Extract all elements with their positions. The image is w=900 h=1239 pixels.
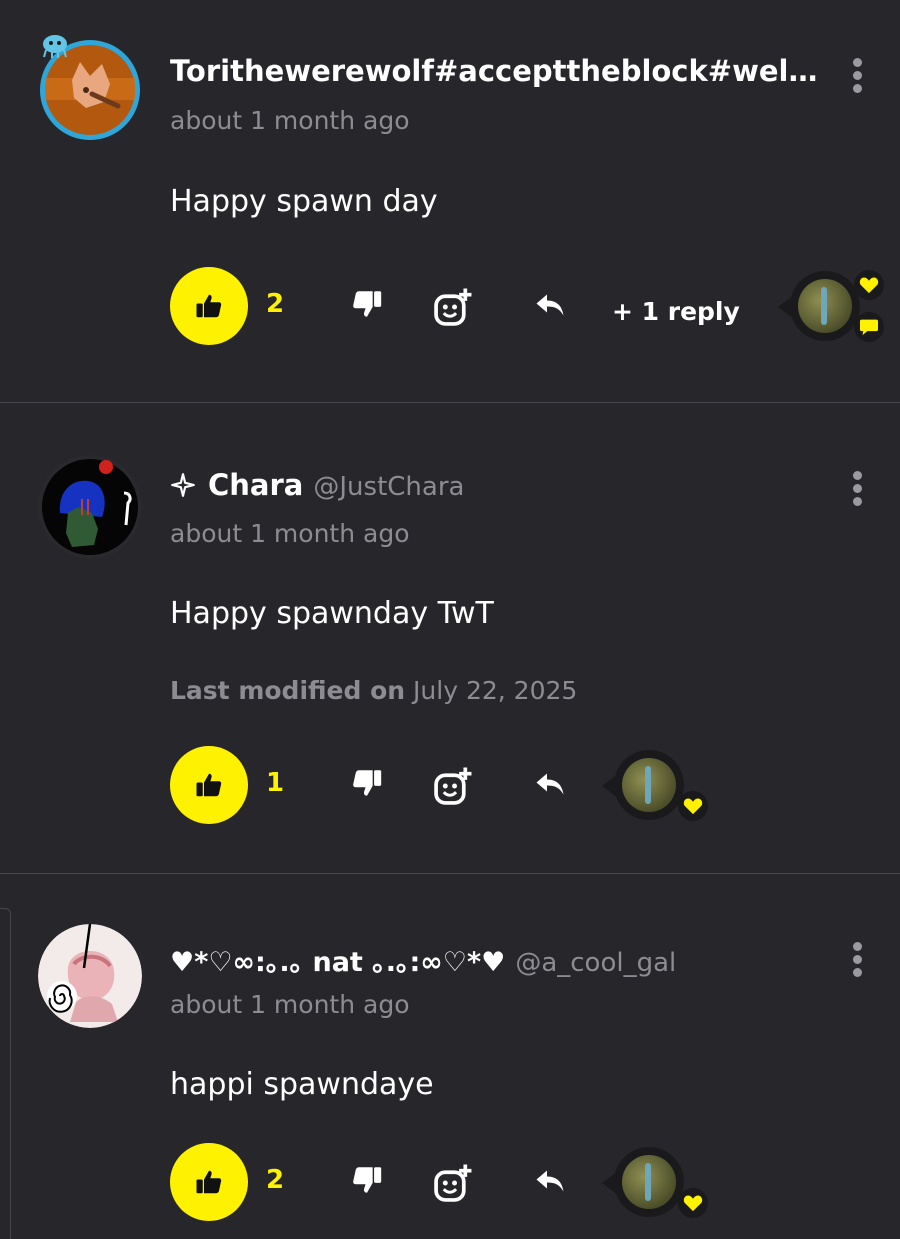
comment-header: ♥*♡∞:｡.｡ nat ｡.｡:∞♡*♥ @a_cool_gal bbox=[170, 940, 820, 979]
reply-button[interactable] bbox=[532, 766, 572, 806]
comment-feed: Torithewerewolf#accepttheblock#welov… ab… bbox=[0, 0, 900, 1239]
user-handle[interactable]: @JustChara bbox=[313, 472, 464, 502]
thumbs-up-icon bbox=[196, 773, 222, 797]
sparkle-icon bbox=[170, 472, 196, 502]
avatar-chara-image bbox=[38, 455, 142, 559]
add-emoji-icon bbox=[434, 288, 472, 326]
thread-line bbox=[0, 908, 11, 1239]
reply-arrow-icon bbox=[536, 294, 564, 316]
reactor-avatar-image bbox=[622, 1155, 676, 1209]
comment-item: Torithewerewolf#accepttheblock#welov… ab… bbox=[0, 0, 900, 402]
avatar[interactable] bbox=[38, 924, 142, 1028]
reply-button[interactable] bbox=[532, 287, 572, 327]
reply-arrow-icon bbox=[536, 1170, 564, 1192]
comment-item: ♥*♡∞:｡.｡ nat ｡.｡:∞♡*♥ @a_cool_gal about … bbox=[0, 874, 900, 1239]
user-handle[interactable]: @a_cool_gal bbox=[515, 948, 676, 978]
username[interactable]: Torithewerewolf#accepttheblock#welov… bbox=[170, 54, 820, 88]
comment-item: Chara @JustChara about 1 month ago Happy… bbox=[0, 403, 900, 873]
kebab-menu-icon bbox=[852, 942, 862, 951]
comment-header: Torithewerewolf#accepttheblock#welov… bbox=[170, 54, 820, 88]
dislike-button[interactable] bbox=[350, 1163, 390, 1203]
thumbs-down-icon bbox=[353, 770, 382, 796]
reply-arrow-icon bbox=[536, 773, 564, 795]
username[interactable]: Chara bbox=[208, 468, 303, 502]
reply-button[interactable] bbox=[532, 1163, 572, 1203]
thumbs-up-icon bbox=[196, 1170, 222, 1194]
more-options-button[interactable] bbox=[848, 58, 866, 94]
timestamp: about 1 month ago bbox=[170, 106, 410, 135]
like-button[interactable] bbox=[170, 1143, 248, 1221]
reactor-avatar-image bbox=[622, 758, 676, 812]
avatar[interactable] bbox=[38, 455, 142, 559]
reactor-avatar[interactable] bbox=[602, 750, 690, 820]
heart-reaction-icon bbox=[678, 791, 708, 821]
dislike-button[interactable] bbox=[350, 766, 390, 806]
comment-actions: 1 bbox=[170, 746, 890, 826]
avatar-nat-image bbox=[38, 924, 142, 1028]
comment-header: Chara @JustChara bbox=[170, 468, 820, 502]
dislike-button[interactable] bbox=[350, 287, 390, 327]
add-reaction-button[interactable] bbox=[433, 766, 473, 806]
reactor-avatar-image bbox=[798, 279, 852, 333]
kebab-menu-icon bbox=[852, 58, 862, 67]
heart-reaction-icon bbox=[854, 270, 884, 300]
add-emoji-icon bbox=[434, 1164, 472, 1202]
thumbs-down-icon bbox=[353, 1167, 382, 1193]
heart-reaction-icon bbox=[678, 1188, 708, 1218]
more-options-button[interactable] bbox=[848, 942, 866, 978]
comment-actions: 2 bbox=[170, 1143, 890, 1223]
last-modified-label: Last modified on bbox=[170, 676, 406, 705]
like-count: 2 bbox=[266, 289, 285, 319]
avatar-frame-creature-icon bbox=[40, 34, 70, 58]
add-emoji-icon bbox=[434, 767, 472, 805]
last-modified: Last modified on July 22, 2025 bbox=[170, 676, 577, 705]
replies-link[interactable]: + 1 reply bbox=[612, 297, 740, 326]
comment-actions: 2 + 1 reply bbox=[170, 267, 890, 347]
comment-text: happi spawndaye bbox=[170, 1067, 434, 1102]
like-button[interactable] bbox=[170, 746, 248, 824]
comment-text: Happy spawnday TwT bbox=[170, 596, 494, 631]
last-modified-date: July 22, 2025 bbox=[413, 676, 578, 705]
comment-text: Happy spawn day bbox=[170, 184, 438, 219]
add-reaction-button[interactable] bbox=[433, 1163, 473, 1203]
more-options-button[interactable] bbox=[848, 471, 866, 507]
like-count: 1 bbox=[266, 768, 285, 798]
username[interactable]: ♥*♡∞:｡.｡ nat ｡.｡:∞♡*♥ bbox=[170, 940, 505, 979]
add-reaction-button[interactable] bbox=[433, 287, 473, 327]
kebab-menu-icon bbox=[852, 471, 862, 480]
reactor-avatar[interactable] bbox=[778, 271, 866, 341]
comment-reaction-icon bbox=[854, 312, 884, 342]
thumbs-down-icon bbox=[353, 291, 382, 317]
like-button[interactable] bbox=[170, 267, 248, 345]
thumbs-up-icon bbox=[196, 294, 222, 318]
reactor-avatar[interactable] bbox=[602, 1147, 690, 1217]
like-count: 2 bbox=[266, 1165, 285, 1195]
timestamp: about 1 month ago bbox=[170, 519, 410, 548]
timestamp: about 1 month ago bbox=[170, 990, 410, 1019]
